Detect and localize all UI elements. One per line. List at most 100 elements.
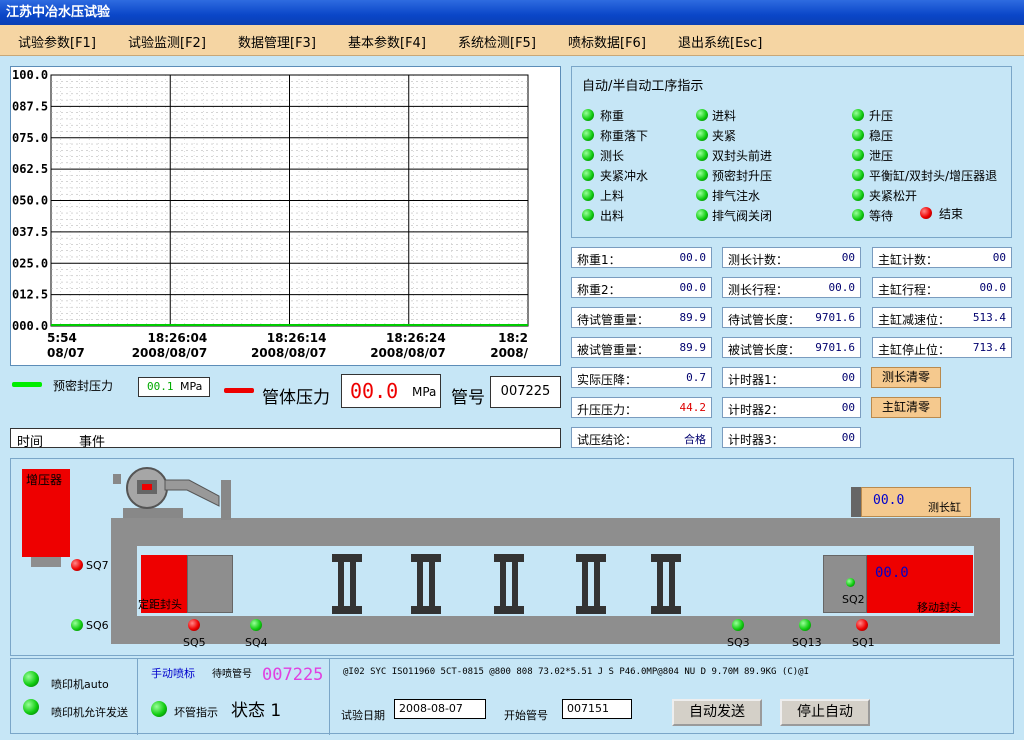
data-field-label: 测长计数： — [728, 253, 789, 267]
data-field: 主缸计数： 00 — [872, 247, 1012, 268]
sequence-indicator-icon — [852, 209, 864, 221]
frame-right — [974, 546, 1000, 616]
start-tube-field[interactable]: 007151 — [562, 699, 632, 719]
y-tick-label: 075.0 — [12, 131, 48, 145]
menu-test-monitor[interactable]: 试验监测[F2] — [128, 32, 206, 51]
stop-auto-button[interactable]: 停止自动 — [780, 699, 870, 726]
sq1-label: SQ1 — [852, 636, 875, 649]
measure-cylinder-value: 00.0 — [873, 493, 905, 508]
measure-reset-button[interactable]: 测长清零 — [871, 367, 941, 388]
sequence-step-label: 泄压 — [869, 149, 894, 163]
data-field-value: 44.2 — [679, 401, 707, 414]
manual-spray-label[interactable]: 手动喷标 — [151, 665, 195, 681]
sequence-indicator-icon — [696, 189, 708, 201]
data-field-value: 00 — [841, 251, 855, 264]
pipe-pressure-unit: MPa — [412, 385, 437, 399]
event-event-header: 事件 — [79, 435, 106, 450]
pipe-legend-line — [224, 388, 254, 393]
data-field-label: 称重2： — [577, 283, 621, 297]
footer-panel: 喷印机auto 喷印机允许发送 手动喷标 待喷管号 007225 坏管指示 状态… — [10, 658, 1014, 735]
data-field-value: 00 — [841, 431, 855, 444]
y-tick-label: 100.0 — [12, 68, 48, 82]
sequence-indicator-icon — [852, 189, 864, 201]
printer-allow-label: 喷印机允许发送 — [51, 706, 128, 719]
seal-pressure-label: 预密封压力 — [53, 379, 114, 393]
menu-spray-data[interactable]: 喷标数据[F6] — [568, 32, 646, 51]
event-time-header: 时间 — [17, 435, 44, 450]
sequence-indicator-icon — [696, 169, 708, 181]
x-tick-date: 08/07 — [47, 346, 85, 360]
data-field-label: 计时器1： — [728, 373, 784, 387]
data-field-label: 主缸减速位： — [878, 313, 951, 327]
data-field-value: 00.0 — [679, 251, 707, 264]
sequence-step-label: 预密封升压 — [712, 169, 773, 183]
sequence-step-label: 排气注水 — [712, 189, 761, 203]
menu-test-params[interactable]: 试验参数[F1] — [18, 32, 96, 51]
test-date-field[interactable]: 2008-08-07 — [394, 699, 486, 719]
sq6-label: SQ6 — [86, 619, 109, 632]
data-field-value: 89.9 — [679, 311, 707, 324]
data-field-value: 9701.6 — [815, 341, 855, 354]
pipe-pressure-box: 00.0 MPa — [341, 374, 441, 408]
data-field: 称重1： 00.0 — [571, 247, 712, 268]
data-field-value: 00 — [841, 401, 855, 414]
sequence-indicator-icon — [852, 169, 864, 181]
sequence-indicator-icon — [696, 149, 708, 161]
sequence-indicator-icon — [696, 109, 708, 121]
data-field: 实际压降： 0.7 — [571, 367, 712, 388]
sequence-step-label: 测长 — [600, 149, 625, 163]
data-field-label: 被试管重量： — [577, 343, 650, 357]
y-tick-label: 087.5 — [12, 99, 48, 113]
data-field-label: 主缸停止位： — [878, 343, 951, 357]
waiting-tube-value: 007225 — [262, 665, 324, 685]
sq2-indicator-icon — [846, 578, 855, 587]
data-field-label: 测长行程： — [728, 283, 789, 297]
clamp-5 — [651, 554, 681, 614]
measure-rod — [851, 487, 861, 517]
sq4-label: SQ4 — [245, 636, 268, 649]
tube-number-label: 管号 — [451, 388, 485, 408]
main-area: 100.0 087.5 075.0 062.5 050.0 037.5 025.0 012.5… — [0, 56, 1024, 740]
data-field: 试压结论： 合格 — [571, 427, 712, 448]
auto-send-button[interactable]: 自动发送 — [672, 699, 762, 726]
menu-exit[interactable]: 退出系统[Esc] — [678, 32, 762, 51]
clamp-1 — [332, 554, 362, 614]
data-field: 主缸行程： 00.0 — [872, 277, 1012, 298]
data-field-value: 0.7 — [686, 371, 706, 384]
data-field: 主缸停止位： 713.4 — [872, 337, 1012, 358]
sequence-indicator-icon — [582, 169, 594, 181]
sequence-indicator-icon — [582, 189, 594, 201]
footer-divider-1 — [137, 659, 138, 735]
x-tick-label: 5:54 — [47, 331, 77, 345]
printer-allow-icon — [23, 699, 39, 715]
frame-left — [111, 546, 137, 616]
sequence-step-label: 排气阀关闭 — [712, 209, 773, 223]
sequence-step-label: 上料 — [600, 189, 625, 203]
menu-system-check[interactable]: 系统检测[F5] — [458, 32, 536, 51]
sequence-indicator-icon — [696, 129, 708, 141]
booster-label: 增压器 — [26, 473, 63, 487]
sequence-step-label: 夹紧 — [712, 129, 737, 143]
sq3-indicator-icon — [732, 619, 744, 631]
y-tick-label: 012.5 — [12, 288, 48, 302]
sequence-indicator-icon — [852, 129, 864, 141]
data-field: 测长行程： 00.0 — [722, 277, 861, 298]
sequence-indicator-icon — [582, 149, 594, 161]
x-tick-date: 2008/08/07 — [132, 346, 208, 360]
machine-diagram: 增压器 定距封头 00.0 移动封头 00.0 测长缸 SQ7 SQ6 SQ5 … — [10, 458, 1014, 656]
main-reset-button[interactable]: 主缸清零 — [871, 397, 941, 418]
frame-top — [111, 518, 1000, 546]
data-field-value: 9701.6 — [815, 311, 855, 324]
window-title: 江苏中冶水压试验 — [0, 0, 1024, 25]
start-tube-label: 开始管号 — [504, 709, 548, 722]
x-tick-label: 18:26:14 — [267, 331, 327, 345]
sequence-indicator-icon — [696, 209, 708, 221]
sq7-label: SQ7 — [86, 559, 109, 572]
x-tick-label: 18:26:04 — [148, 331, 208, 345]
spray-text: @I02 SYC ISO11960 5CT-0815 @800 808 73.0… — [343, 667, 809, 677]
data-field: 计时器1： 00 — [722, 367, 861, 388]
sequence-step-label: 出料 — [600, 209, 625, 223]
sequence-panel: 自动/半自动工序指示 称重 称重落下 测长 夹紧冲水 上料 出料 进料 夹紧 双封头前进 预密封升… — [571, 66, 1012, 238]
menu-basic-params[interactable]: 基本参数[F4] — [348, 32, 426, 51]
menu-data-management[interactable]: 数据管理[F3] — [238, 32, 316, 51]
